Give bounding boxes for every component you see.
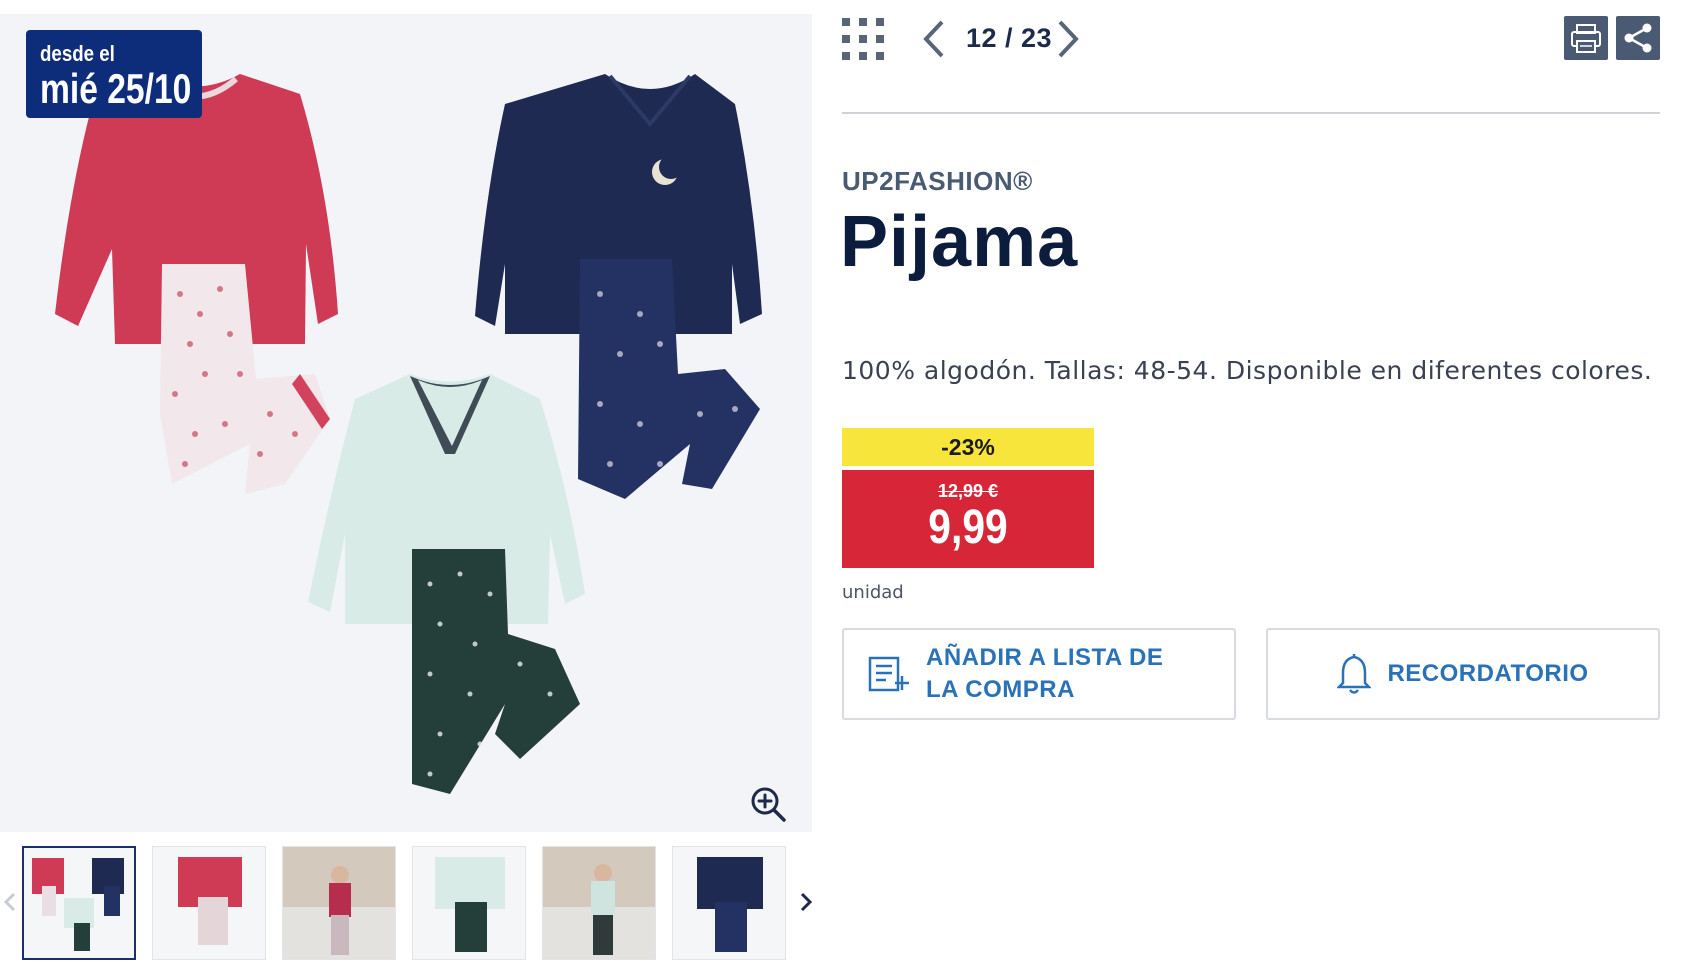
thumb-navy-pajama[interactable] <box>672 846 786 960</box>
add-to-list-label: AÑADIR A LISTA DE LA COMPRA <box>926 644 1164 703</box>
product-navigation-bar: 12 / 23 <box>842 14 1660 74</box>
reminder-button[interactable]: RECORDATORIO <box>1266 628 1660 720</box>
chevron-right-icon[interactable] <box>1054 18 1082 60</box>
thumb-mint-pajama[interactable] <box>412 846 526 960</box>
add-to-shopping-list-button[interactable]: AÑADIR A LISTA DE LA COMPRA <box>842 628 1236 720</box>
reminder-label: RECORDATORIO <box>1387 660 1589 687</box>
thumb-prev-arrow-icon[interactable] <box>0 882 24 922</box>
chevron-left-icon[interactable] <box>920 18 948 60</box>
old-price: 12,99 € <box>937 481 999 501</box>
thumb-next-arrow-icon[interactable] <box>794 882 818 922</box>
product-main-image <box>55 74 762 794</box>
current-price: 9,99 <box>928 501 1008 554</box>
list-add-icon <box>868 656 909 692</box>
product-brand: UP2FASHION® <box>842 166 1033 196</box>
grid-icon[interactable] <box>842 18 884 60</box>
page-counter: 12 / 23 <box>965 23 1053 53</box>
price-box: -23% 12,99 € 9,99 <box>842 428 1094 568</box>
product-image-gallery[interactable]: desde el mié 25/10 <box>0 14 812 832</box>
bell-icon <box>1337 654 1372 694</box>
print-button[interactable] <box>1564 16 1608 60</box>
share-icon <box>1624 23 1652 53</box>
thumb-model-mint[interactable] <box>542 846 656 960</box>
badge-date: mié 25/10 <box>40 65 192 112</box>
product-description: 100% algodón. Tallas: 48-54. Disponible … <box>842 356 1653 385</box>
print-icon <box>1571 24 1601 53</box>
thumb-red-pajama[interactable] <box>152 846 266 960</box>
zoom-in-icon[interactable] <box>748 784 788 824</box>
thumb-model-red[interactable] <box>282 846 396 960</box>
discount-badge: -23% <box>842 428 1094 466</box>
product-title: Pijama <box>840 202 1079 282</box>
thumbnail-strip <box>0 846 820 962</box>
price-unit: unidad <box>842 582 904 603</box>
thumb-all-pajamas[interactable] <box>22 846 136 960</box>
price-panel: 12,99 € 9,99 <box>842 470 1094 568</box>
header-divider <box>842 112 1660 114</box>
share-button[interactable] <box>1616 16 1660 60</box>
availability-date-badge: desde el mié 25/10 <box>26 30 202 118</box>
badge-since-label: desde el <box>40 41 115 66</box>
